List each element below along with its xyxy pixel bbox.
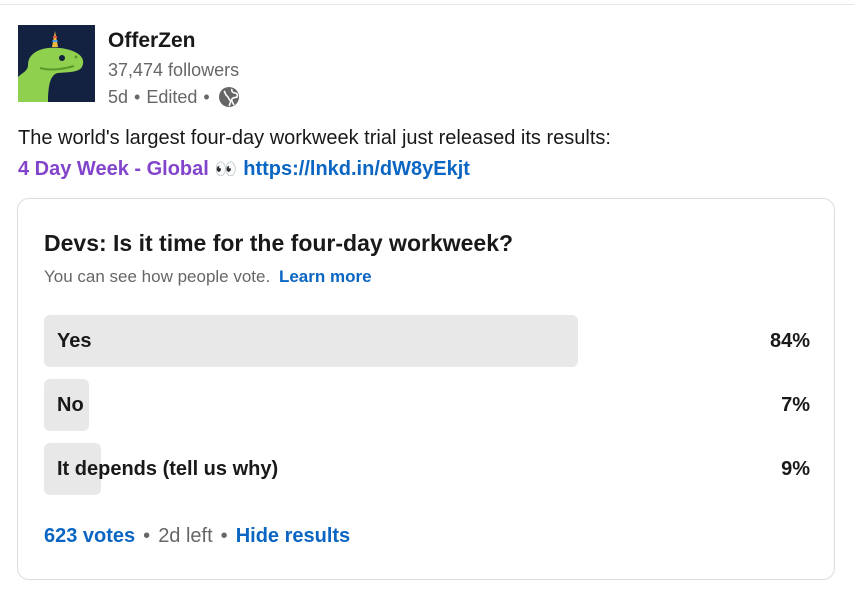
post-links-line: 4 Day Week - Global 👀 https://lnkd.in/dW… [18,158,470,181]
hide-results-button[interactable]: Hide results [236,525,350,548]
separator-dot: • [143,525,151,547]
post-body-text: The world's largest four-day workweek tr… [18,127,611,149]
poll-footer: 623 votes • 2d left • Hide results [44,525,350,548]
poll-subtitle: You can see how people vote. Learn more [44,267,372,287]
time-left: 2d left [158,525,213,547]
poll-option-label: No [57,394,84,416]
poll-option-label: Yes [57,330,92,352]
poll-option-percent: 9% [781,458,810,480]
poll-option-yes[interactable]: Yes 84% [44,315,810,367]
top-divider [0,4,854,5]
short-url-link[interactable]: https://lnkd.in/dW8yEkjt [243,158,470,181]
poll-option-no[interactable]: No 7% [44,379,810,431]
poll-option-label: It depends (tell us why) [57,458,279,480]
post-meta: 5d • Edited • [108,86,240,108]
poll-option-percent: 84% [769,330,810,352]
vote-count-link[interactable]: 623 votes [44,525,135,548]
poll-question: Devs: Is it time for the four-day workwe… [44,230,514,256]
separator-dot: • [220,525,228,547]
separator-dot: • [134,86,141,107]
dinosaur-logo-icon [18,25,95,102]
hashtag-link[interactable]: 4 Day Week - Global [18,158,209,181]
poll-card: Devs: Is it time for the four-day workwe… [17,198,835,580]
globe-icon [218,86,240,108]
follower-count: 37,474 followers [108,60,240,80]
post-age: 5d [108,86,129,107]
author-avatar[interactable] [18,25,95,102]
poll-option-percent: 7% [781,394,810,416]
poll-option-it-depends[interactable]: It depends (tell us why) 9% [44,443,810,495]
separator-dot: • [203,86,210,107]
author-name[interactable]: OfferZen [108,29,196,53]
learn-more-link[interactable]: Learn more [279,267,372,286]
poll-subtitle-text: You can see how people vote. [44,267,271,286]
poll-option-bar [44,315,578,367]
eyes-emoji: 👀 [214,159,238,179]
edited-label: Edited [146,86,198,107]
